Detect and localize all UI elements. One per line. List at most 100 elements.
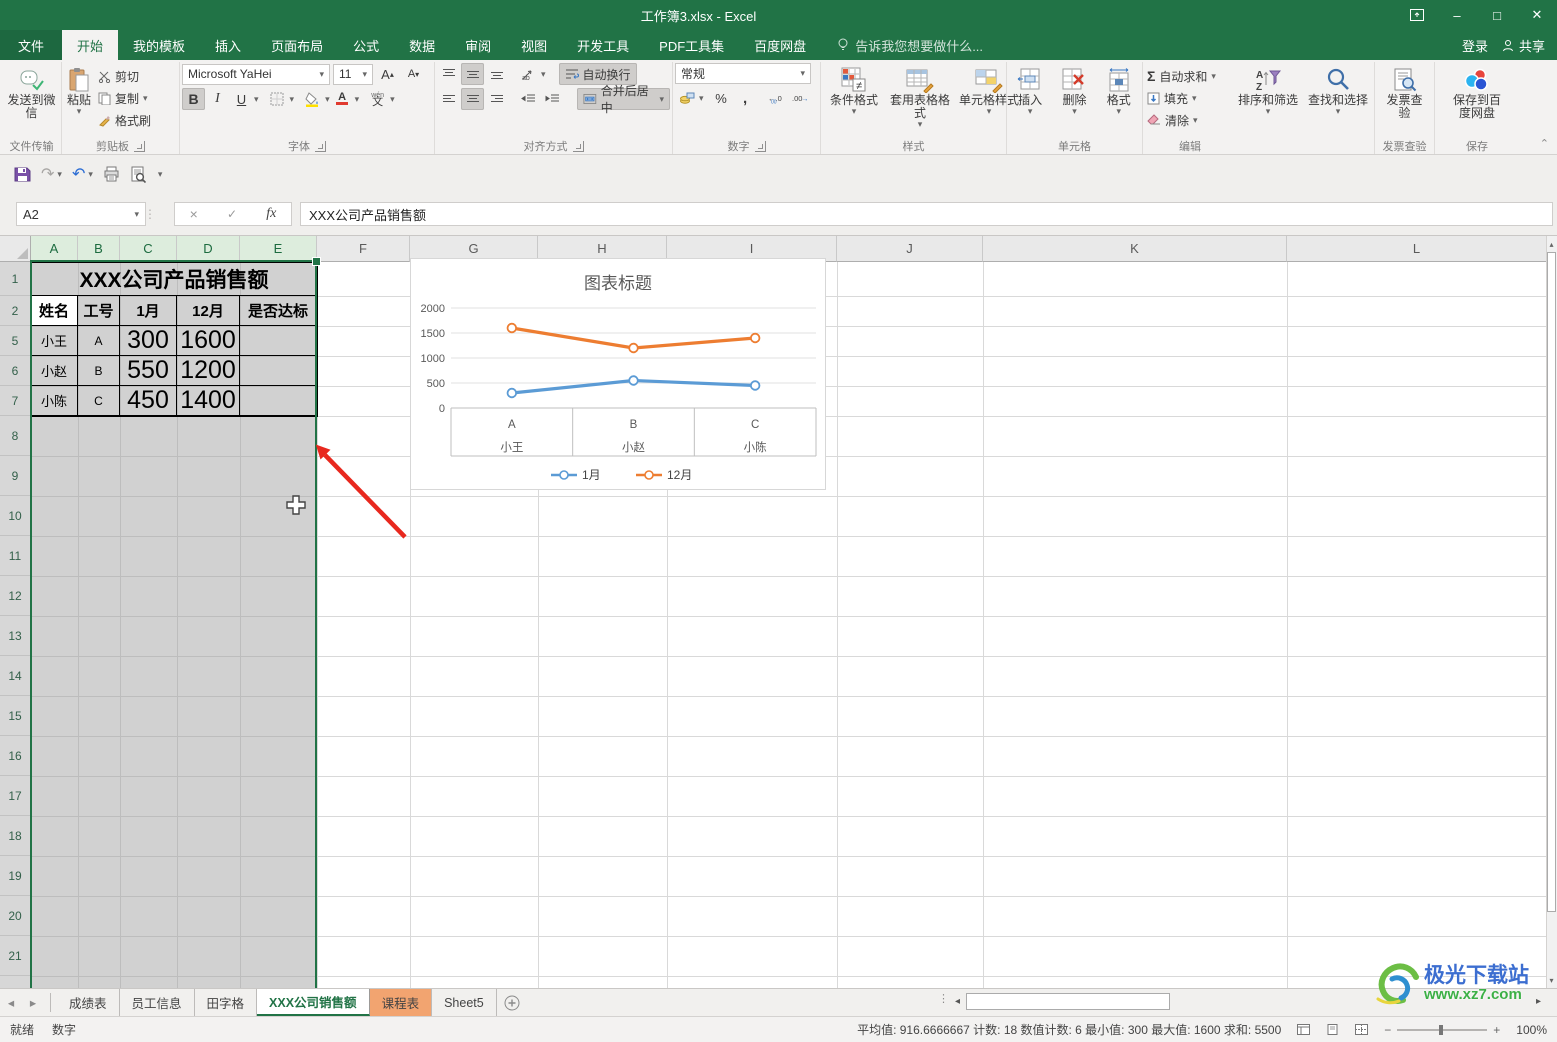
underline-button[interactable]: U — [230, 88, 253, 110]
decrease-indent-icon[interactable] — [517, 88, 540, 110]
insert-cells-button[interactable]: 插入 ▾ — [1014, 63, 1046, 116]
underline-dropdown-icon[interactable]: ▾ — [254, 94, 259, 104]
increase-font-icon[interactable]: A ▴ — [376, 63, 399, 85]
cell-B7[interactable]: C — [78, 386, 120, 416]
collapse-ribbon-icon[interactable]: ⌃ — [1540, 137, 1549, 150]
cell-B6[interactable]: B — [78, 356, 120, 386]
row-header-11[interactable]: 11 — [0, 536, 31, 576]
vscroll-up-icon[interactable]: ▴ — [1546, 236, 1557, 252]
cell-D5[interactable]: 1600 — [177, 326, 240, 356]
cell-C5[interactable]: 300 — [120, 326, 177, 356]
horizontal-scrollbar[interactable]: ◂ ▸ — [950, 992, 1546, 1011]
view-layout-icon[interactable] — [1326, 1024, 1339, 1035]
zoom-slider[interactable]: − + — [1384, 1023, 1500, 1037]
zoom-level[interactable]: 100% — [1516, 1023, 1547, 1037]
column-header-D[interactable]: D — [177, 236, 240, 262]
align-bottom-icon[interactable] — [485, 63, 508, 85]
increase-indent-icon[interactable] — [541, 88, 564, 110]
italic-button[interactable]: I — [206, 88, 229, 110]
row-header-20[interactable]: 20 — [0, 896, 31, 936]
save-to-baidu-button[interactable]: 保存到百度网盘 — [1445, 63, 1509, 120]
invoice-check-button[interactable]: 发票查验 — [1382, 63, 1428, 120]
cell-D6[interactable]: 1200 — [177, 356, 240, 386]
phonetic-guide-icon[interactable]: wén 文 — [366, 88, 389, 110]
sheet-tab-成绩表[interactable]: 成绩表 — [57, 989, 120, 1016]
decrease-decimal-icon[interactable]: .00 → — [789, 87, 812, 109]
decrease-font-icon[interactable]: A ▾ — [402, 63, 425, 85]
sheet-tab-课程表[interactable]: 课程表 — [369, 989, 433, 1016]
merge-center-button[interactable]: 合并后居中 ▾ — [577, 84, 670, 115]
ribbon-tab-PDF工具集[interactable]: PDF工具集 — [644, 30, 739, 60]
print-preview-button[interactable] — [103, 166, 120, 182]
cell-C6[interactable]: 550 — [120, 356, 177, 386]
cell-header-是否达标[interactable]: 是否达标 — [240, 296, 317, 326]
align-right-icon[interactable] — [485, 88, 508, 110]
align-middle-icon[interactable] — [461, 63, 484, 85]
share-button[interactable]: 共享 — [1502, 36, 1545, 55]
sheet-prev-icon[interactable]: ◂ — [0, 989, 22, 1016]
ribbon-tab-开始[interactable]: 开始 — [62, 30, 119, 60]
font-size-select[interactable]: 11 ▾ — [333, 63, 373, 85]
accounting-format-icon[interactable] — [675, 87, 698, 109]
select-all-corner[interactable] — [0, 236, 31, 262]
view-normal-icon[interactable] — [1297, 1024, 1311, 1035]
row-header-19[interactable]: 19 — [0, 856, 31, 896]
sheet-tab-田字格[interactable]: 田字格 — [195, 989, 258, 1016]
row-header-13[interactable]: 13 — [0, 616, 31, 656]
cell-header-12月[interactable]: 12月 — [177, 296, 240, 326]
send-to-wechat-button[interactable]: 发送到微信 — [3, 63, 61, 120]
column-header-L[interactable]: L — [1287, 236, 1546, 262]
cell-A7[interactable]: 小陈 — [31, 386, 78, 416]
embedded-chart[interactable]: 图表标题 0 500 1000 1500 2000 A 小王 B 小赵 C 小陈 1月 12月 — [410, 258, 826, 490]
cell-E5[interactable] — [240, 326, 317, 356]
orientation-icon[interactable]: ab — [517, 63, 540, 85]
selection-fill-handle[interactable] — [312, 257, 321, 266]
cell-E7[interactable] — [240, 386, 317, 416]
font-color-icon[interactable]: A — [331, 88, 354, 110]
minimize-button[interactable]: – — [1437, 0, 1477, 30]
dialog-launcher-icon[interactable] — [754, 140, 766, 152]
spreadsheet-area[interactable]: XXX公司产品销售额 姓名 工号 1月 12月 是否达标 小王 A 300 1600 小赵 B 550 1… — [0, 236, 1546, 988]
vscroll-down-icon[interactable]: ▾ — [1546, 972, 1557, 988]
view-pagebreak-icon[interactable] — [1355, 1024, 1369, 1035]
column-header-J[interactable]: J — [837, 236, 983, 262]
maximize-button[interactable]: □ — [1477, 0, 1517, 30]
cell-header-1月[interactable]: 1月 — [120, 296, 177, 326]
row-header-7[interactable]: 7 — [0, 386, 31, 416]
cell-header-工号[interactable]: 工号 — [78, 296, 120, 326]
row-header-14[interactable]: 14 — [0, 656, 31, 696]
cut-button[interactable]: 剪切 — [96, 65, 153, 87]
sales-line-chart[interactable]: 图表标题 0 500 1000 1500 2000 A 小王 B 小赵 C 小陈 1月 12月 — [411, 259, 825, 489]
ribbon-tab-审阅[interactable]: 审阅 — [450, 30, 506, 60]
cell-A6[interactable]: 小赵 — [31, 356, 78, 386]
row-header-12[interactable]: 12 — [0, 576, 31, 616]
undo-button[interactable]: ↶ ▾ — [72, 164, 93, 184]
conditional-formatting-button[interactable]: ≠ 条件格式 ▾ — [823, 63, 885, 116]
row-header-9[interactable]: 9 — [0, 456, 31, 496]
ribbon-tab-数据[interactable]: 数据 — [394, 30, 450, 60]
autosum-button[interactable]: Σ 自动求和 ▾ — [1145, 65, 1232, 87]
close-button[interactable]: ✕ — [1517, 0, 1557, 30]
column-header-C[interactable]: C — [120, 236, 177, 262]
find-select-button[interactable]: 查找和选择 ▾ — [1304, 63, 1372, 116]
copy-button[interactable]: 复制 ▾ — [96, 87, 153, 109]
confirm-entry-icon[interactable]: ✓ — [227, 207, 237, 221]
row-header-15[interactable]: 15 — [0, 696, 31, 736]
name-box[interactable]: A2 ▾ — [16, 202, 146, 226]
format-as-table-button[interactable]: 套用表格格式 ▾ — [887, 63, 953, 129]
active-cell-A2[interactable]: 姓名 — [31, 296, 78, 326]
ribbon-tab-我的模板[interactable]: 我的模板 — [118, 30, 200, 60]
row-header-17[interactable]: 17 — [0, 776, 31, 816]
cancel-entry-icon[interactable]: × — [190, 206, 198, 222]
column-header-F[interactable]: F — [317, 236, 410, 262]
cell-A5[interactable]: 小王 — [31, 326, 78, 356]
increase-decimal-icon[interactable]: ←.0 00 — [765, 87, 788, 109]
paste-button[interactable]: 粘贴 ▾ — [64, 63, 94, 116]
column-header-E[interactable]: E — [240, 236, 317, 262]
borders-icon[interactable] — [266, 88, 289, 110]
column-header-K[interactable]: K — [983, 236, 1287, 262]
row-header-6[interactable]: 6 — [0, 356, 31, 386]
vscroll-thumb[interactable] — [1547, 252, 1556, 912]
sheet-tab-XXX公司销售额[interactable]: XXX公司销售额 — [257, 989, 370, 1016]
redo-button[interactable]: ↷ ▾ — [41, 164, 62, 184]
